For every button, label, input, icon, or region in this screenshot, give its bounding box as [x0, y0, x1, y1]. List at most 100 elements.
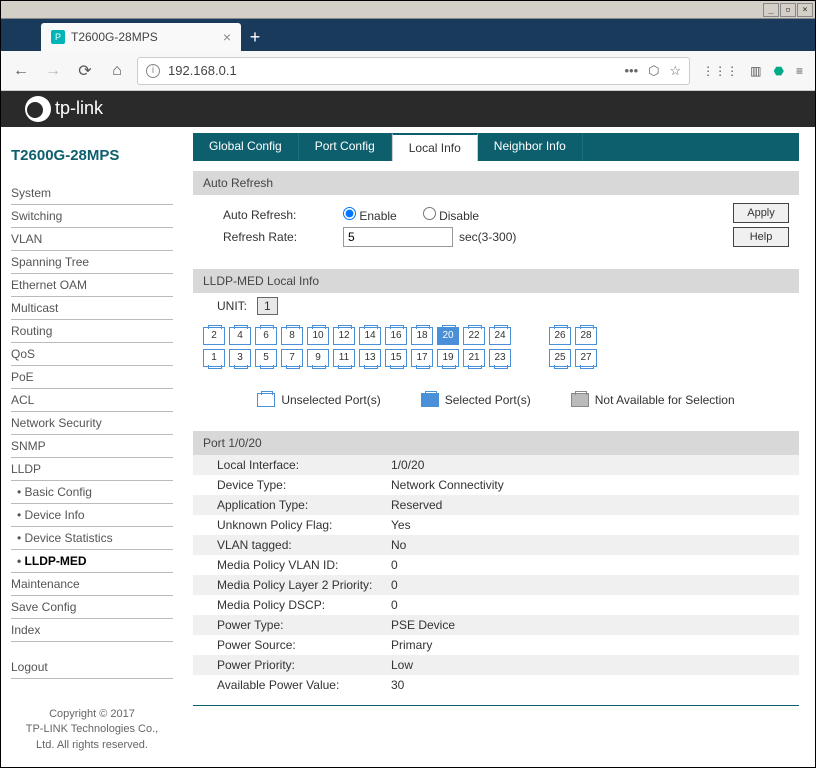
- sidebar-item-save-config[interactable]: Save Config: [11, 596, 173, 619]
- info-value: Reserved: [383, 495, 799, 515]
- port-26[interactable]: 26: [549, 327, 571, 345]
- lldp-local-info-header: LLDP-MED Local Info: [193, 269, 799, 293]
- port-21[interactable]: 21: [463, 349, 485, 367]
- bookmark-star-icon[interactable]: ☆: [670, 63, 682, 79]
- port-20[interactable]: 20: [437, 327, 459, 345]
- browser-tab-title: T2600G-28MPS: [71, 30, 158, 44]
- port-27[interactable]: 27: [575, 349, 597, 367]
- sidebar-item-vlan[interactable]: VLAN: [11, 228, 173, 251]
- port-23[interactable]: 23: [489, 349, 511, 367]
- back-button[interactable]: ←: [9, 59, 33, 83]
- tab-local-info[interactable]: Local Info: [392, 133, 478, 161]
- apply-button[interactable]: Apply: [733, 203, 789, 223]
- refresh-rate-hint: sec(3-300): [459, 230, 516, 244]
- browser-tab-bar: P T2600G-28MPS × +: [1, 19, 815, 51]
- table-row: Local Interface:1/0/20: [193, 455, 799, 475]
- info-value: 0: [383, 575, 799, 595]
- sidebar-item-poe[interactable]: PoE: [11, 366, 173, 389]
- port-18[interactable]: 18: [411, 327, 433, 345]
- port-19[interactable]: 19: [437, 349, 459, 367]
- close-window-button[interactable]: ×: [797, 3, 813, 17]
- port-28[interactable]: 28: [575, 327, 597, 345]
- sidebar-item-multicast[interactable]: Multicast: [11, 297, 173, 320]
- sidebar-item-qos[interactable]: QoS: [11, 343, 173, 366]
- site-info-icon[interactable]: i: [146, 64, 160, 78]
- port-1[interactable]: 1: [203, 349, 225, 367]
- url-right-icons: ••• ⬡ ☆: [624, 63, 681, 79]
- enable-radio-label[interactable]: Enable: [343, 207, 397, 223]
- minimize-button[interactable]: _: [763, 3, 779, 17]
- sidebar-subitem-lldp-med[interactable]: LLDP-MED: [11, 550, 173, 573]
- info-value: Primary: [383, 635, 799, 655]
- sidebar-item-switching[interactable]: Switching: [11, 205, 173, 228]
- url-bar[interactable]: i 192.168.0.1 ••• ⬡ ☆: [137, 57, 690, 85]
- reader-icon[interactable]: ⬡: [648, 63, 659, 79]
- shield-icon[interactable]: ⬣: [774, 64, 784, 78]
- port-11[interactable]: 11: [333, 349, 355, 367]
- sidebar-item-maintenance[interactable]: Maintenance: [11, 573, 173, 596]
- info-value: Low: [383, 655, 799, 675]
- menu-icon[interactable]: ≡: [796, 64, 803, 78]
- port-3[interactable]: 3: [229, 349, 251, 367]
- browser-tab[interactable]: P T2600G-28MPS ×: [41, 23, 241, 51]
- port-8[interactable]: 8: [281, 327, 303, 345]
- sidebar-item-routing[interactable]: Routing: [11, 320, 173, 343]
- port-14[interactable]: 14: [359, 327, 381, 345]
- window-controls: _ ▫ ×: [1, 1, 815, 19]
- sidebar-item-spanning-tree[interactable]: Spanning Tree: [11, 251, 173, 274]
- legend-na-label: Not Available for Selection: [595, 393, 735, 407]
- tab-neighbor-info[interactable]: Neighbor Info: [478, 133, 583, 161]
- port-legend: Unselected Port(s) Selected Port(s) Not …: [193, 379, 799, 421]
- port-16[interactable]: 16: [385, 327, 407, 345]
- info-label: Power Priority:: [193, 655, 383, 675]
- info-value: No: [383, 535, 799, 555]
- port-17[interactable]: 17: [411, 349, 433, 367]
- maximize-button[interactable]: ▫: [780, 3, 796, 17]
- port-7[interactable]: 7: [281, 349, 303, 367]
- info-label: Media Policy DSCP:: [193, 595, 383, 615]
- sidebar-item-system[interactable]: System: [11, 182, 173, 205]
- sidebar-item-snmp[interactable]: SNMP: [11, 435, 173, 458]
- sidebar-subitem-device-info[interactable]: Device Info: [11, 504, 173, 527]
- sidebar-item-ethernet-oam[interactable]: Ethernet OAM: [11, 274, 173, 297]
- sidebar-subitem-device-statistics[interactable]: Device Statistics: [11, 527, 173, 550]
- disable-radio-label[interactable]: Disable: [423, 207, 479, 223]
- table-row: Power Type:PSE Device: [193, 615, 799, 635]
- legend-unselected-icon: [257, 393, 275, 407]
- new-tab-button[interactable]: +: [241, 23, 269, 51]
- port-22[interactable]: 22: [463, 327, 485, 345]
- home-button[interactable]: ⌂: [105, 59, 129, 83]
- port-13[interactable]: 13: [359, 349, 381, 367]
- unit-value[interactable]: 1: [257, 297, 278, 315]
- port-2[interactable]: 2: [203, 327, 225, 345]
- sidebar-item-lldp[interactable]: LLDP: [11, 458, 173, 481]
- tab-port-config[interactable]: Port Config: [299, 133, 392, 161]
- sidebar-item-acl[interactable]: ACL: [11, 389, 173, 412]
- close-tab-icon[interactable]: ×: [223, 29, 231, 45]
- library-icon[interactable]: ⋮⋮⋮: [702, 64, 738, 78]
- port-25[interactable]: 25: [549, 349, 571, 367]
- port-6[interactable]: 6: [255, 327, 277, 345]
- port-24[interactable]: 24: [489, 327, 511, 345]
- auto-refresh-label: Auto Refresh:: [203, 208, 343, 222]
- forward-button[interactable]: →: [41, 59, 65, 83]
- sidebar-item-network-security[interactable]: Network Security: [11, 412, 173, 435]
- port-9[interactable]: 9: [307, 349, 329, 367]
- sidebar-item-index[interactable]: Index: [11, 619, 173, 642]
- port-5[interactable]: 5: [255, 349, 277, 367]
- port-12[interactable]: 12: [333, 327, 355, 345]
- reload-button[interactable]: ⟳: [73, 59, 97, 83]
- refresh-rate-input[interactable]: [343, 227, 453, 247]
- sidebar-icon[interactable]: ▥: [750, 64, 761, 78]
- help-button[interactable]: Help: [733, 227, 789, 247]
- port-15[interactable]: 15: [385, 349, 407, 367]
- more-icon[interactable]: •••: [624, 63, 638, 78]
- sidebar-item-logout[interactable]: Logout: [11, 656, 173, 679]
- sidebar-subitem-basic-config[interactable]: Basic Config: [11, 481, 173, 504]
- port-10[interactable]: 10: [307, 327, 329, 345]
- port-4[interactable]: 4: [229, 327, 251, 345]
- tab-global-config[interactable]: Global Config: [193, 133, 299, 161]
- model-name: T2600G-28MPS: [11, 141, 173, 182]
- enable-radio[interactable]: [343, 207, 356, 220]
- disable-radio[interactable]: [423, 207, 436, 220]
